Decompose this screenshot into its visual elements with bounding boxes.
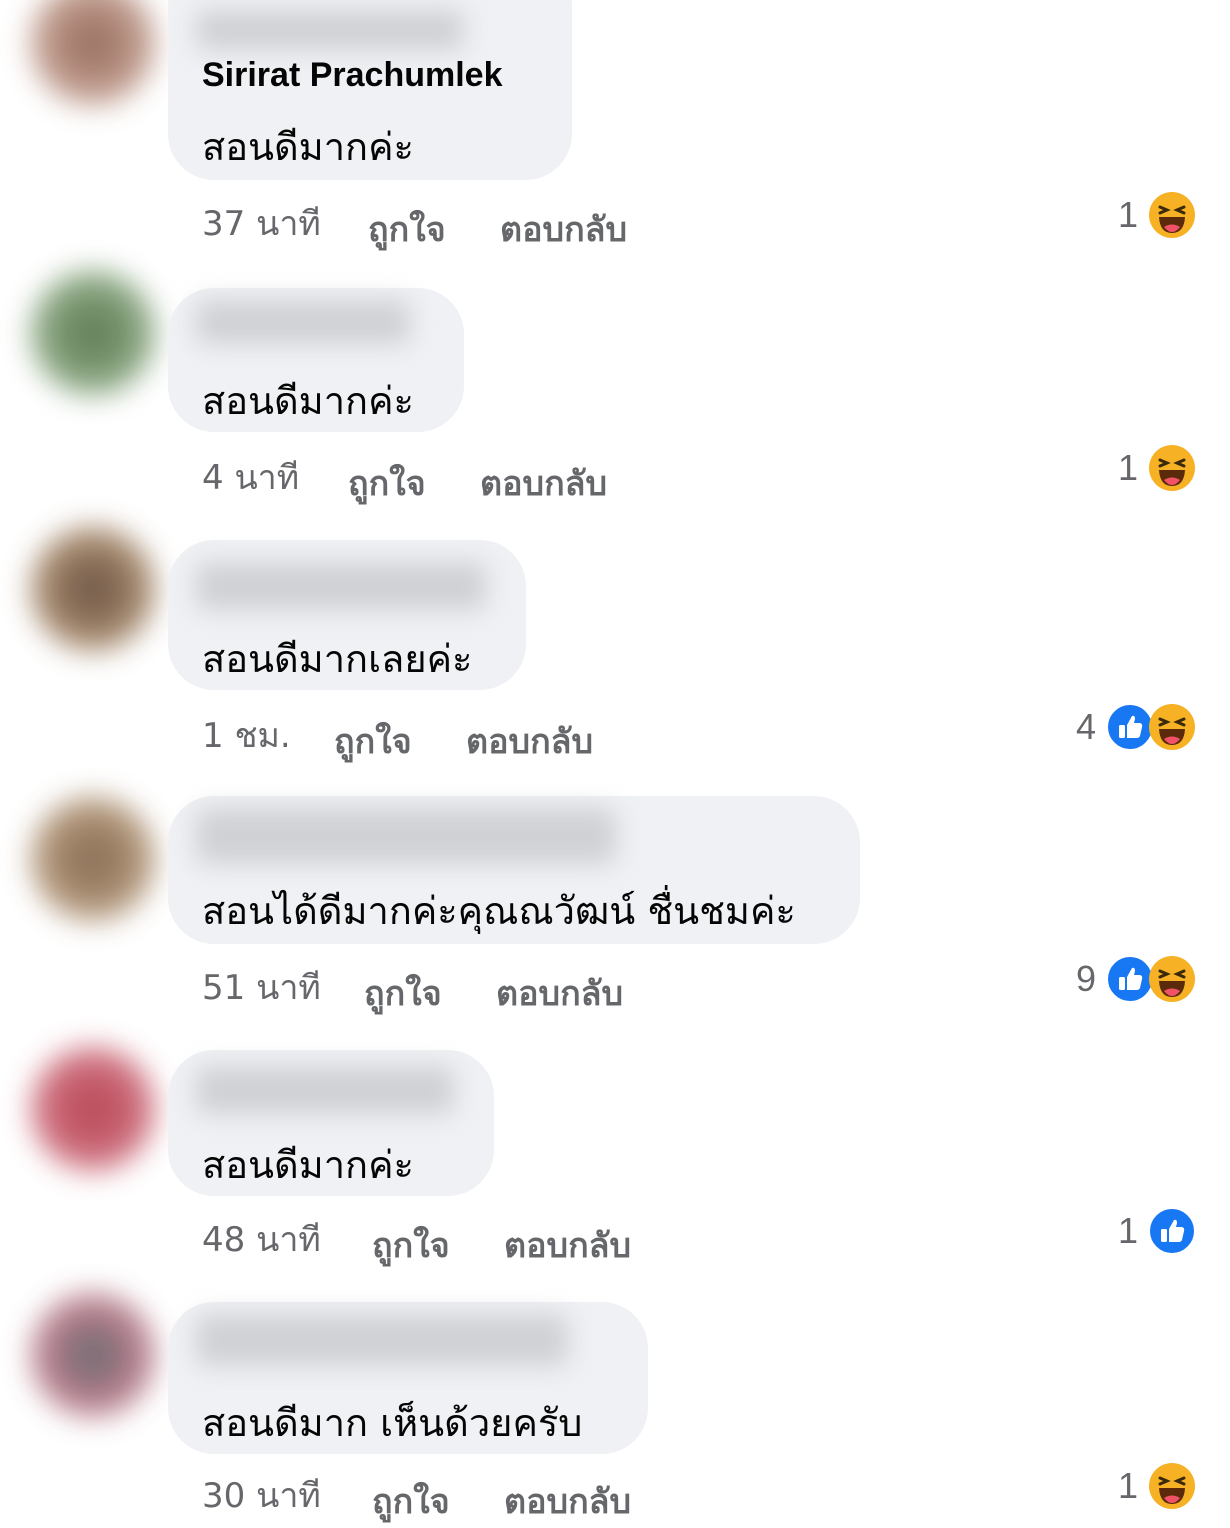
comment-text: สอนดีมากค่ะ xyxy=(202,125,414,169)
reactions-summary[interactable]: 9 xyxy=(1076,955,1196,1003)
name-redaction xyxy=(196,562,486,610)
reply-button[interactable]: ตอบกลับ xyxy=(496,966,623,1020)
haha-icon xyxy=(1148,191,1196,239)
haha-icon xyxy=(1148,955,1196,1003)
reactions-summary[interactable]: 1 xyxy=(1118,444,1196,492)
haha-icon xyxy=(1148,444,1196,492)
reaction-count: 1 xyxy=(1117,1210,1138,1251)
like-button[interactable]: ถูกใจ xyxy=(364,966,442,1020)
comment-time[interactable]: 1 ชม. xyxy=(202,708,291,762)
reply-button[interactable]: ตอบกลับ xyxy=(504,1474,631,1528)
comment-text: สอนได้ดีมากค่ะคุณณวัฒน์ ชื่นชมค่ะ xyxy=(202,889,796,933)
reactions-summary[interactable]: 4 xyxy=(1076,703,1196,751)
comment-time[interactable]: 4 นาที xyxy=(202,450,299,504)
haha-icon xyxy=(1148,703,1196,751)
comment-text: สอนดีมากค่ะ xyxy=(202,379,414,423)
reply-button[interactable]: ตอบกลับ xyxy=(504,1218,631,1272)
avatar[interactable] xyxy=(30,1292,156,1418)
comment-time[interactable]: 51 นาที xyxy=(202,960,321,1014)
name-redaction xyxy=(196,1066,454,1114)
avatar[interactable] xyxy=(30,0,156,106)
like-icon xyxy=(1106,703,1154,751)
reply-button[interactable]: ตอบกลับ xyxy=(500,202,627,256)
reactions-summary[interactable]: 1 xyxy=(1118,1207,1196,1255)
comment-time[interactable]: 30 นาที xyxy=(202,1468,321,1522)
name-redaction xyxy=(196,1314,568,1366)
comment-time[interactable]: 37 นาที xyxy=(202,196,321,250)
like-button[interactable]: ถูกใจ xyxy=(368,202,446,256)
like-button[interactable]: ถูกใจ xyxy=(372,1218,450,1272)
comment-text: สอนดีมากเลยค่ะ xyxy=(202,637,473,681)
commenter-name[interactable]: Sirirat Prachumlek xyxy=(202,56,502,95)
reaction-count: 1 xyxy=(1117,194,1138,235)
comment-text: สอนดีมาก เห็นด้วยครับ xyxy=(202,1401,583,1445)
reaction-count: 9 xyxy=(1075,958,1096,999)
reactions-summary[interactable]: 1 xyxy=(1118,1462,1196,1510)
reaction-count: 4 xyxy=(1075,706,1096,747)
like-icon xyxy=(1148,1207,1196,1255)
name-redaction xyxy=(196,808,616,864)
avatar[interactable] xyxy=(30,1046,156,1172)
reactions-summary[interactable]: 1 xyxy=(1118,191,1196,239)
like-icon xyxy=(1106,955,1154,1003)
avatar[interactable] xyxy=(30,526,156,652)
avatar[interactable] xyxy=(30,796,156,922)
like-button[interactable]: ถูกใจ xyxy=(348,456,426,510)
comment-time[interactable]: 48 นาที xyxy=(202,1212,321,1266)
haha-icon xyxy=(1148,1462,1196,1510)
reaction-count: 1 xyxy=(1117,447,1138,488)
name-redaction xyxy=(196,300,410,344)
reaction-count: 1 xyxy=(1117,1465,1138,1506)
comment-text: สอนดีมากค่ะ xyxy=(202,1143,414,1187)
avatar[interactable] xyxy=(30,270,156,396)
name-redaction xyxy=(196,10,464,50)
like-button[interactable]: ถูกใจ xyxy=(372,1474,450,1528)
reply-button[interactable]: ตอบกลับ xyxy=(480,456,607,510)
like-button[interactable]: ถูกใจ xyxy=(334,714,412,768)
reply-button[interactable]: ตอบกลับ xyxy=(466,714,593,768)
